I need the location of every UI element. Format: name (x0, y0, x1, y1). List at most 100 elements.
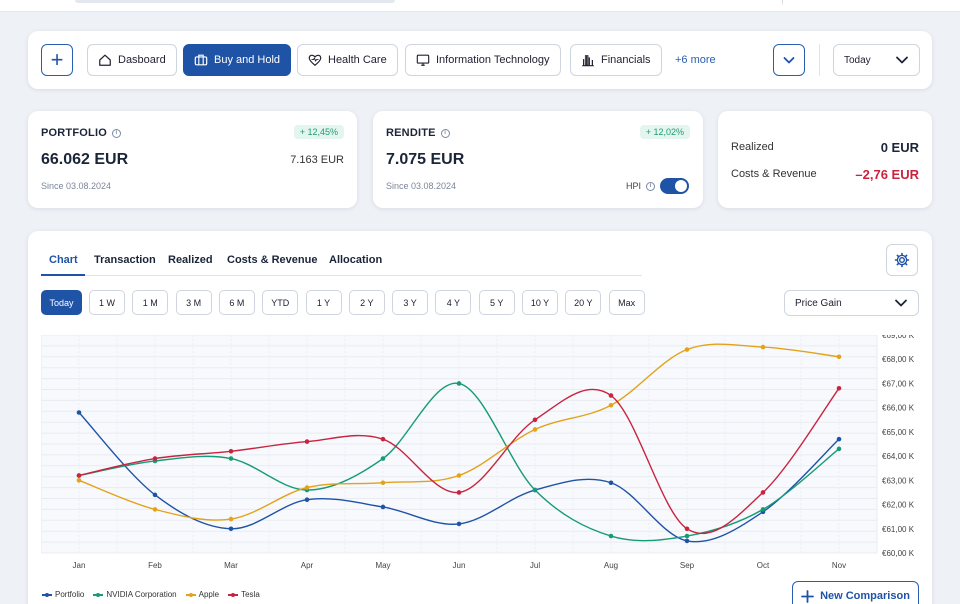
y-tick-label: €67,00 K (882, 379, 915, 388)
range-3m[interactable]: 3 M (175, 290, 212, 315)
data-point-tesla (532, 417, 538, 423)
tab-label: Dasboard (118, 54, 166, 66)
portfolio-value: 66.062 EUR (41, 151, 129, 168)
data-point-tesla (608, 393, 614, 398)
top-search-strip[interactable] (75, 0, 395, 3)
realized-label: Realized (731, 141, 774, 153)
data-point-tesla (304, 439, 310, 444)
chevron-down-icon (783, 57, 795, 64)
metric-select[interactable]: Price Gain (784, 290, 919, 316)
data-point-apple (532, 427, 538, 432)
x-tick-label: Jan (73, 561, 86, 570)
data-point-apple (304, 485, 310, 490)
data-point-tesla (152, 456, 158, 461)
price-gain-chart: €60,00 K €61,00 K €62,00 K €63,00 K €64,00 K… (41, 335, 915, 570)
portfolio-label-row: PORTFOLIO i (41, 127, 121, 139)
data-point-apple (228, 516, 234, 522)
range-4y[interactable]: 4 Y (435, 290, 472, 315)
x-tick-label: Jul (530, 561, 540, 570)
chart-tabs: Chart Transaction Realized Costs & Reven… (41, 251, 642, 276)
more-tabs-link[interactable]: +6 more (675, 54, 716, 66)
tab-dashboard[interactable]: Dasboard (87, 44, 177, 76)
portfolio-change-badge: + 12,45% (293, 125, 344, 139)
tab-information-technology[interactable]: Information Technology (405, 44, 561, 76)
period-select-value: Today (844, 54, 871, 66)
period-select[interactable]: Today (833, 44, 920, 76)
costs-label: Costs & Revenue (731, 168, 817, 180)
legend-swatch (228, 592, 239, 597)
data-point-apple (380, 480, 386, 486)
legend-item[interactable]: Apple (185, 590, 219, 599)
data-point-portfolio (304, 497, 310, 503)
data-point-nvidia-corporation (380, 456, 386, 461)
summary-card: Realized 0 EUR Costs & Revenue –2,76 EUR (718, 111, 932, 208)
new-comparison-label: New Comparison (820, 590, 910, 602)
hpi-label: HPI (625, 181, 641, 191)
range-today[interactable]: Today (41, 290, 82, 315)
chevron-down-icon (895, 299, 907, 307)
info-icon[interactable]: i (646, 181, 655, 191)
portfolio-label: PORTFOLIO (41, 127, 107, 139)
tab-transaction[interactable]: Transaction (94, 254, 156, 266)
x-tick-label: Sep (680, 561, 695, 570)
range-6m[interactable]: 6 M (218, 290, 255, 315)
data-point-apple (760, 344, 766, 350)
legend-item[interactable]: Tesla (228, 590, 260, 599)
info-icon[interactable]: i (111, 128, 121, 138)
hpi-row: HPI i (626, 178, 689, 194)
rendite-label: RENDITE (386, 127, 436, 139)
data-point-nvidia-corporation (760, 507, 766, 512)
plus-icon: + (50, 47, 64, 72)
monitor-icon (416, 54, 430, 66)
tab-label: Buy and Hold (214, 54, 281, 66)
range-5y[interactable]: 5 Y (478, 290, 515, 315)
data-point-portfolio (228, 526, 234, 532)
range-1m[interactable]: 1 M (132, 290, 169, 315)
data-point-tesla (228, 448, 234, 454)
data-point-nvidia-corporation (608, 533, 614, 539)
info-icon[interactable]: i (440, 128, 450, 138)
legend-item[interactable]: NVIDIA Corporation (93, 590, 177, 599)
new-comparison-button[interactable]: New Comparison (792, 581, 919, 604)
add-portfolio-button[interactable]: + (41, 44, 73, 76)
range-ytd[interactable]: YTD (262, 290, 299, 315)
legend-item[interactable]: Portfolio (42, 590, 84, 599)
data-point-tesla (684, 526, 690, 532)
realized-value: 0 EUR (880, 140, 919, 155)
data-point-apple (608, 402, 614, 408)
chart-settings-button[interactable] (886, 244, 918, 276)
chevron-down-icon (896, 56, 908, 64)
tab-costs-revenue[interactable]: Costs & Revenue (227, 254, 317, 266)
tab-chart[interactable]: Chart (49, 254, 78, 266)
top-bar (0, 0, 960, 12)
range-1w[interactable]: 1 W (89, 290, 125, 315)
rendite-change-badge: + 12,02% (639, 125, 690, 139)
x-tick-label: Oct (757, 561, 770, 570)
expand-tabs-button[interactable] (773, 44, 805, 76)
x-tick-label: Feb (148, 561, 162, 570)
data-point-apple (456, 473, 462, 478)
tab-health-care[interactable]: Health Care (297, 44, 398, 76)
data-point-portfolio (836, 436, 842, 442)
rendite-card: RENDITE i + 12,02% 7.075 EUR Since 03.08… (373, 111, 703, 208)
range-max[interactable]: Max (608, 290, 645, 315)
portfolio-toolbar: + Dasboard Buy and Hold Health Care Info… (28, 31, 932, 89)
range-10y[interactable]: 10 Y (522, 290, 558, 315)
range-1y[interactable]: 1 Y (305, 290, 342, 315)
tab-buy-and-hold[interactable]: Buy and Hold (183, 44, 292, 76)
legend-label: Tesla (241, 590, 260, 599)
home-icon (99, 54, 111, 66)
x-tick-label: Jun (453, 561, 466, 570)
data-point-portfolio (684, 538, 690, 544)
range-2y[interactable]: 2 Y (348, 290, 385, 315)
hpi-toggle[interactable] (660, 178, 689, 194)
tab-financials[interactable]: Financials (570, 44, 662, 76)
data-point-portfolio (608, 480, 614, 486)
range-3y[interactable]: 3 Y (392, 290, 429, 315)
tab-label: Health Care (328, 54, 387, 66)
legend-swatch (93, 592, 104, 597)
data-point-apple (76, 478, 82, 483)
range-20y[interactable]: 20 Y (565, 290, 602, 315)
tab-realized[interactable]: Realized (168, 254, 213, 266)
tab-allocation[interactable]: Allocation (329, 254, 382, 266)
